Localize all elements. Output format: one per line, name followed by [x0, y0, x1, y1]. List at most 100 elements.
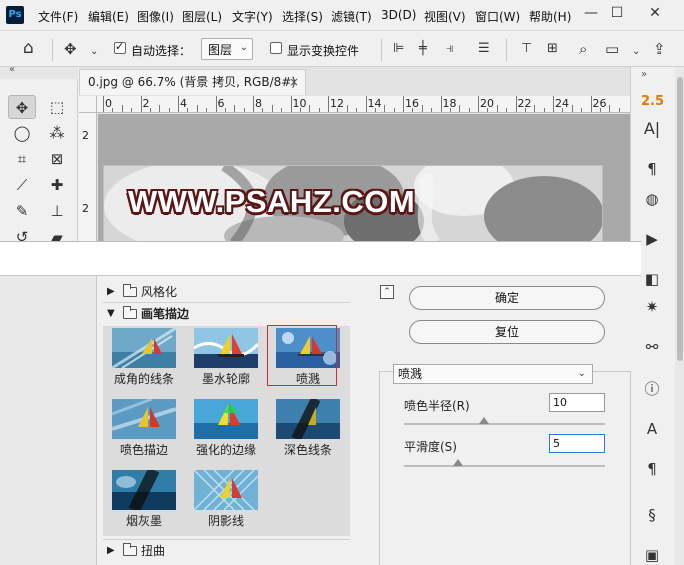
adjustments-icon[interactable]: ◧	[641, 269, 663, 289]
close-tab-icon[interactable]: ×	[289, 70, 299, 94]
canvas-image[interactable]: WWW.PSAHZ.COM	[103, 165, 603, 242]
menu-view[interactable]: 视图(V)	[424, 8, 466, 25]
align-right-icon[interactable]: ⫣	[446, 40, 454, 58]
ruler-tick	[234, 105, 236, 112]
photoshop-logo: Ps	[6, 6, 24, 24]
right-panel-scrollbar[interactable]	[675, 67, 684, 565]
align-middle-icon[interactable]: ⊞	[547, 40, 558, 58]
smoothness-slider[interactable]	[404, 465, 605, 467]
category-stylize[interactable]: ▶ 风格化	[103, 282, 350, 302]
ruler-label: 6	[217, 97, 225, 110]
collapse-triangle-icon: ▼	[107, 308, 115, 319]
magic-wand-icon[interactable]: ⁂	[43, 121, 71, 145]
menu-filter[interactable]: 滤镜(T)	[331, 8, 372, 25]
ruler-tick	[599, 108, 601, 112]
reset-button[interactable]: 复位	[409, 320, 605, 344]
filter-label: 烟灰墨	[125, 514, 162, 528]
filter-thumb-crosshatch[interactable]	[194, 470, 258, 510]
smoothness-input[interactable]: 5	[549, 434, 605, 453]
close-window-button[interactable]: ✕	[642, 2, 668, 24]
glyphs-icon[interactable]: ◍	[641, 189, 663, 209]
character-panel-icon[interactable]: A|	[641, 119, 663, 139]
collapse-icon[interactable]: «	[9, 64, 15, 75]
hide-gallery-toggle-icon[interactable]: ⌃	[380, 285, 394, 299]
move-tool-icon[interactable]: ✥	[8, 95, 36, 119]
auto-select-target-dropdown[interactable]: 图层 ⌄	[201, 38, 253, 60]
paragraph-icon[interactable]: ¶	[641, 459, 663, 479]
spray-radius-slider[interactable]	[404, 423, 605, 425]
brush-tool-icon[interactable]: ✎	[8, 199, 36, 223]
category-label: 画笔描边	[141, 307, 190, 321]
ruler-tick	[149, 108, 151, 112]
lasso-tool-icon[interactable]: ◯	[8, 121, 36, 145]
chevron-down-icon[interactable]: ⌄	[632, 43, 640, 61]
separator	[381, 39, 382, 61]
home-icon[interactable]: ⌂	[23, 39, 34, 57]
clone-source-icon[interactable]: ⚯	[641, 337, 663, 357]
align-center-icon[interactable]: ╪	[419, 40, 427, 58]
share-icon[interactable]: ⇪	[653, 40, 666, 58]
stamp-tool-icon[interactable]: ⊥	[43, 199, 71, 223]
menu-edit[interactable]: 编辑(E)	[88, 8, 129, 25]
move-tool-icon[interactable]: ✥	[64, 40, 77, 58]
chevron-down-icon: ⌄	[239, 42, 248, 53]
scrollbar-thumb[interactable]	[677, 77, 683, 361]
ruler-tick	[168, 108, 170, 112]
ruler-tick	[384, 105, 386, 112]
paragraph-panel-icon[interactable]: ¶	[641, 159, 663, 179]
minimize-button[interactable]: —	[578, 2, 604, 24]
styles-icon[interactable]: §	[641, 505, 663, 525]
filter-label: 墨水轮廓	[201, 372, 250, 386]
menu-image[interactable]: 图像(I)	[137, 8, 174, 25]
filter-thumb-sprayed-strokes[interactable]	[112, 399, 176, 439]
align-top-icon[interactable]: ⊤	[521, 40, 532, 58]
align-left-icon[interactable]: ⊫	[393, 40, 404, 58]
chevron-down-icon[interactable]: ⌄	[90, 43, 98, 61]
menu-layer[interactable]: 图层(L)	[182, 8, 222, 25]
layers-icon[interactable]: ▣	[641, 545, 663, 565]
auto-select-target-value: 图层	[208, 43, 233, 57]
smoothness-slider-thumb[interactable]	[453, 459, 464, 466]
healing-brush-icon[interactable]: ✚	[43, 173, 71, 197]
menu-help[interactable]: 帮助(H)	[529, 8, 571, 25]
crop-tool-icon[interactable]: ⌗	[8, 147, 36, 171]
menu-3d[interactable]: 3D(D)	[381, 8, 416, 22]
category-distort[interactable]: ▶ 扭曲	[103, 541, 350, 561]
filter-thumb-angled-strokes[interactable]	[112, 328, 176, 368]
workspace-icon[interactable]: ▭	[605, 40, 619, 58]
show-transform-checkbox[interactable]	[270, 42, 282, 54]
ruler-tick	[543, 108, 545, 112]
filter-thumb-accented-edges[interactable]	[194, 399, 258, 439]
filter-thumb-ink-outlines[interactable]	[194, 328, 258, 368]
menu-window[interactable]: 窗口(W)	[475, 8, 520, 25]
ruler-tick	[571, 105, 573, 112]
maximize-button[interactable]: ☐	[604, 2, 630, 24]
expand-icon[interactable]: »	[641, 69, 647, 80]
divider	[103, 302, 350, 303]
auto-select-checkbox[interactable]	[114, 40, 126, 54]
ruler-tick	[403, 96, 404, 112]
distribute-icon[interactable]: ☰	[478, 40, 490, 58]
menu-type[interactable]: 文字(Y)	[232, 8, 273, 25]
filter-thumb-sumi-e[interactable]	[112, 470, 176, 510]
filter-label: 深色线条	[283, 443, 332, 457]
spray-radius-slider-thumb[interactable]	[479, 417, 490, 424]
play-icon[interactable]: ▶	[641, 229, 663, 249]
filter-label: 喷色描边	[119, 443, 168, 457]
ruler-label: 2	[142, 97, 150, 110]
search-icon[interactable]: ⌕	[579, 40, 587, 58]
document-tab[interactable]: 0.jpg @ 66.7% (背景 拷贝, RGB/8#) * ×	[79, 69, 306, 113]
info-icon[interactable]: ⓘ	[641, 379, 663, 399]
frame-tool-icon[interactable]: ⊠	[43, 147, 71, 171]
eyedropper-icon[interactable]: ⟋	[8, 173, 36, 197]
spray-radius-input[interactable]: 10	[549, 393, 605, 412]
category-brush-strokes[interactable]: ▼ 画笔描边	[103, 304, 350, 324]
filter-thumb-dark-strokes[interactable]	[276, 399, 340, 439]
ok-button[interactable]: 确定	[409, 286, 605, 310]
brush-settings-icon[interactable]: ✷	[641, 297, 663, 317]
menu-file[interactable]: 文件(F)	[38, 8, 78, 25]
menu-select[interactable]: 选择(S)	[282, 8, 323, 25]
marquee-tool-icon[interactable]: ⬚	[43, 95, 71, 119]
filter-select-dropdown[interactable]: 喷溅 ⌄	[393, 364, 593, 384]
character-icon[interactable]: A	[641, 419, 663, 439]
